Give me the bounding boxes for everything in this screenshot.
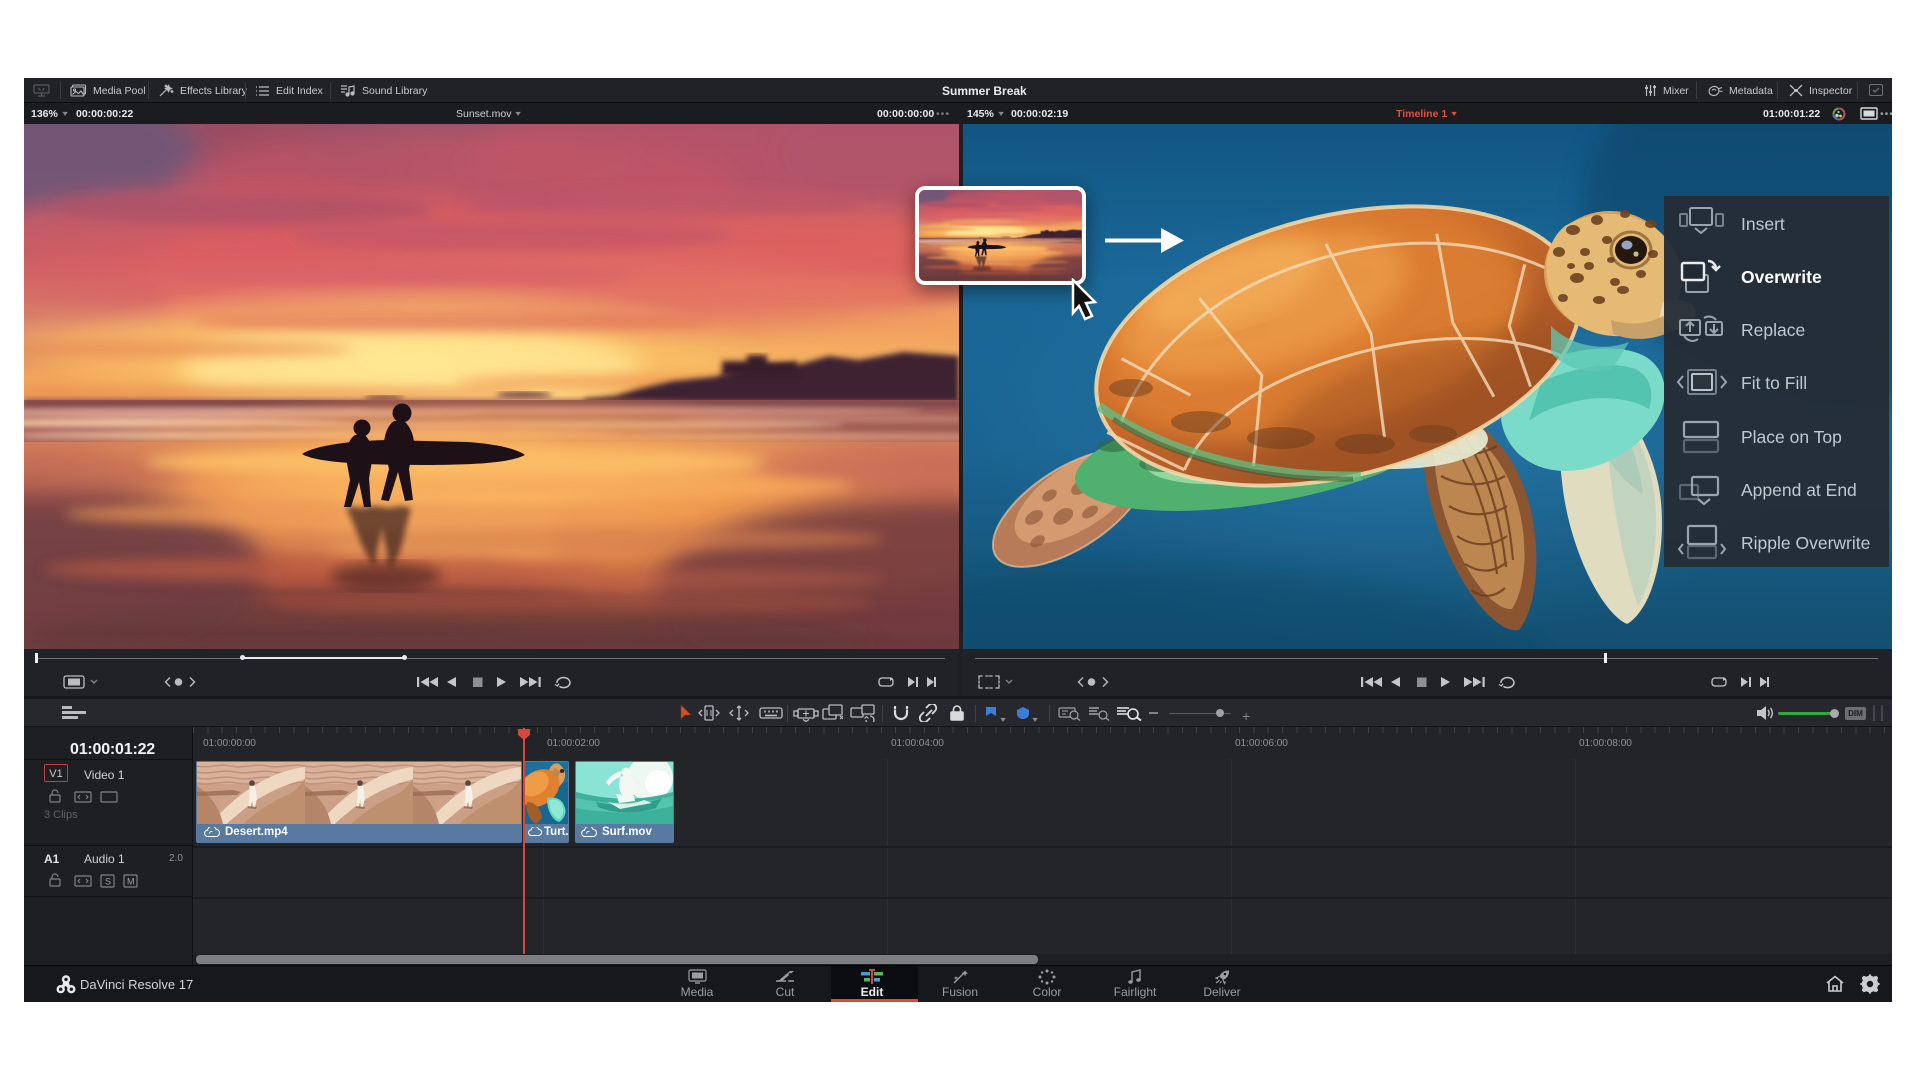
svg-text:S: S (105, 877, 111, 887)
svg-text:M: M (127, 877, 135, 887)
